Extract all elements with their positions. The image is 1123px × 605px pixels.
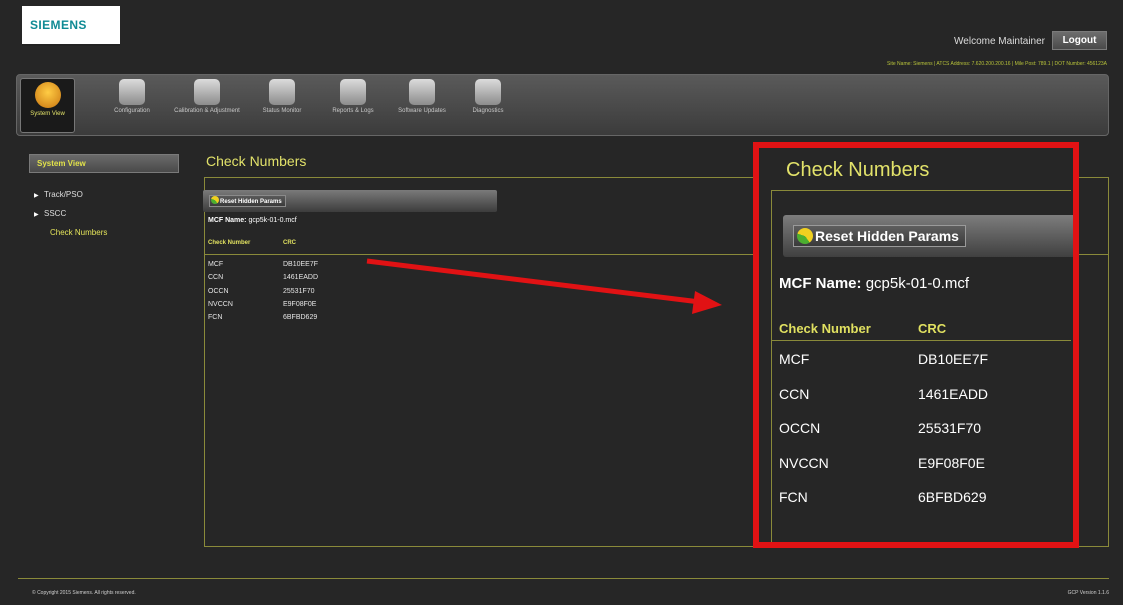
arrow-head	[692, 291, 722, 314]
arrow-shaft	[366, 258, 701, 305]
copyright-text: © Copyright 2015 Siemens. All rights res…	[32, 590, 136, 596]
callout-arrow-icon	[366, 258, 722, 314]
footer-divider	[18, 578, 1109, 579]
version-text: GCP Version 1.1.6	[1067, 590, 1109, 596]
